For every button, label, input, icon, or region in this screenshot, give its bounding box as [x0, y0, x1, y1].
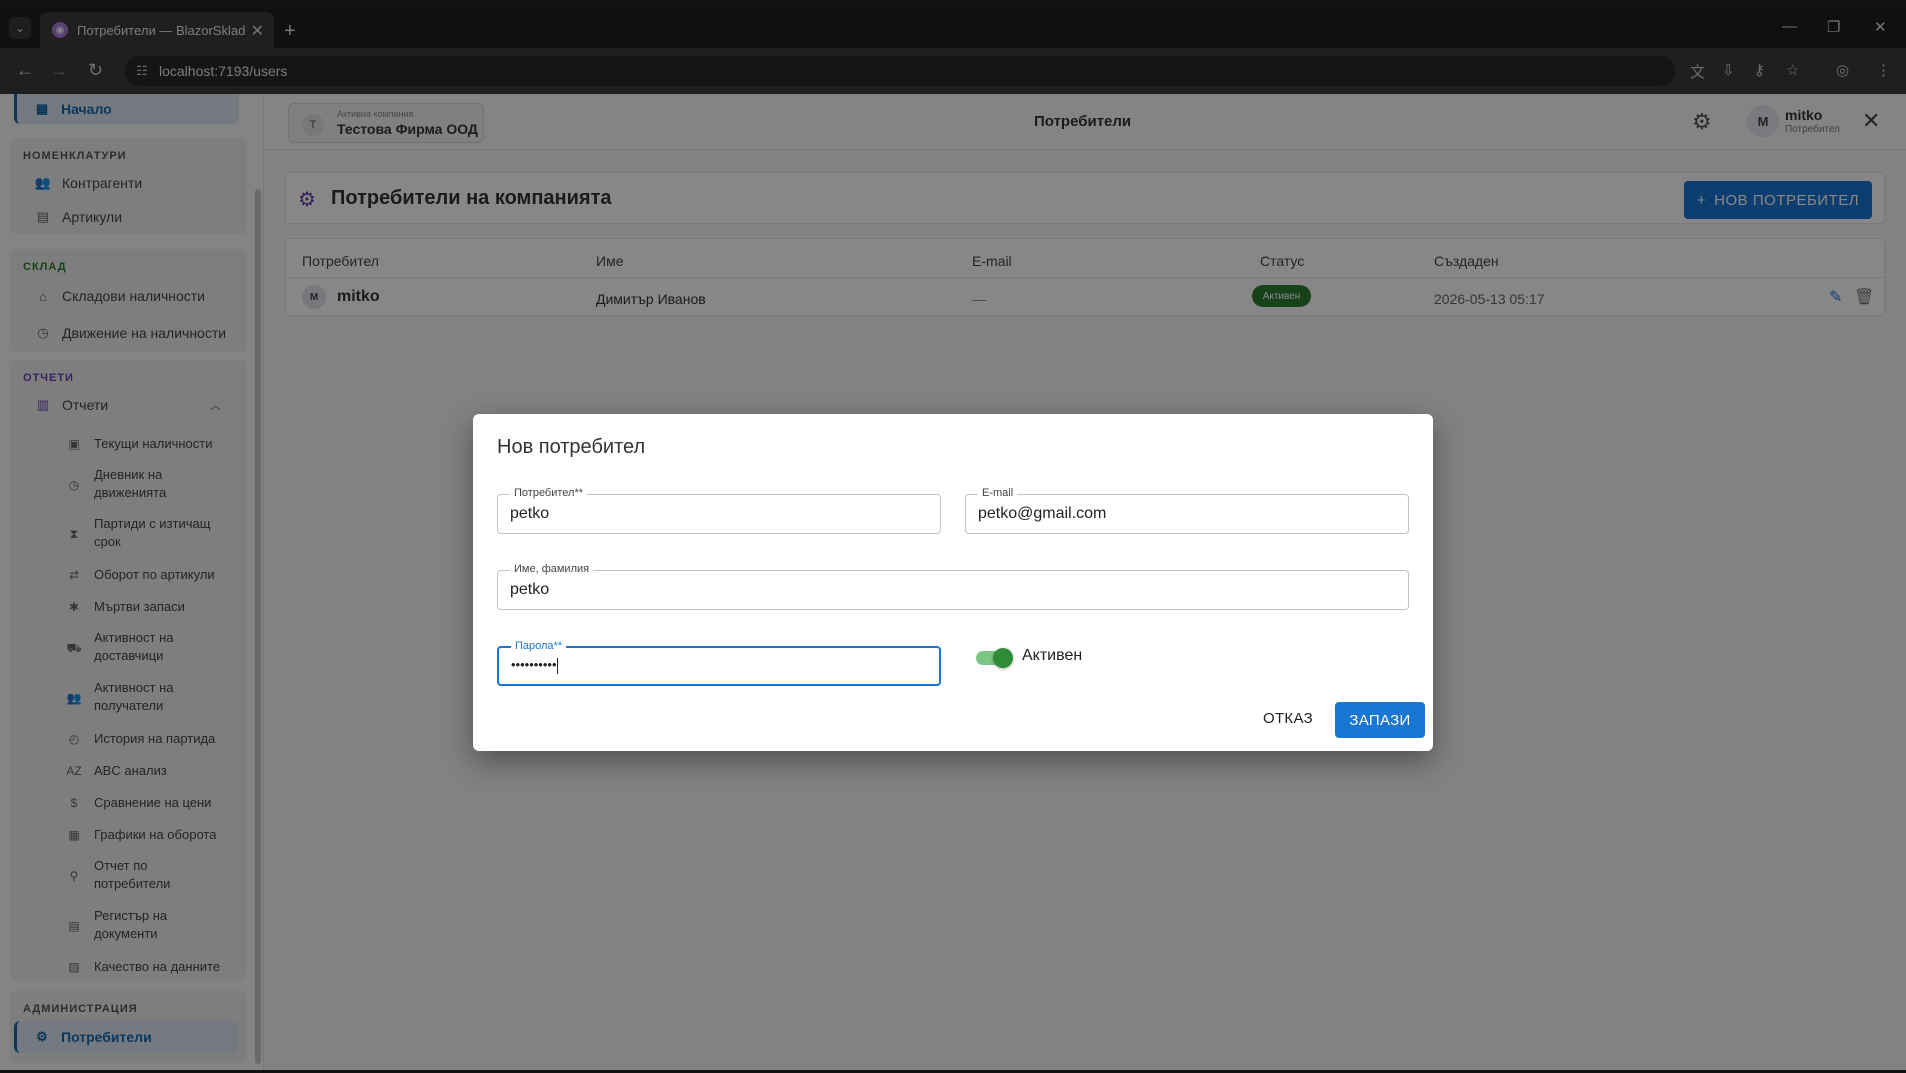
text-caret — [556, 657, 558, 674]
password-label: Парола** — [511, 640, 567, 652]
cancel-button[interactable]: ОТКАЗ — [1263, 710, 1313, 727]
password-value: •••••••••• — [511, 657, 558, 674]
new-user-dialog: Нов потребител Потребител** petko E-mail… — [473, 414, 1433, 751]
active-toggle-label: Активен — [1022, 647, 1083, 664]
toggle-knob — [993, 648, 1013, 668]
username-field[interactable]: Потребител** petko — [497, 487, 941, 534]
password-field[interactable]: Парола** •••••••••• — [497, 640, 941, 686]
email-label: E-mail — [978, 487, 1018, 499]
dialog-title: Нов потребител — [497, 436, 646, 458]
fullname-value: petko — [510, 581, 550, 598]
save-button[interactable]: ЗАПАЗИ — [1335, 702, 1425, 738]
password-dots: •••••••••• — [511, 657, 557, 672]
username-value: petko — [510, 505, 550, 522]
username-label: Потребител** — [510, 487, 588, 499]
fullname-field[interactable]: Име, фамилия petko — [497, 563, 1409, 610]
email-field[interactable]: E-mail petko@gmail.com — [965, 487, 1409, 534]
active-toggle[interactable] — [976, 648, 1013, 668]
email-value: petko@gmail.com — [978, 505, 1107, 522]
fullname-label: Име, фамилия — [510, 563, 594, 575]
